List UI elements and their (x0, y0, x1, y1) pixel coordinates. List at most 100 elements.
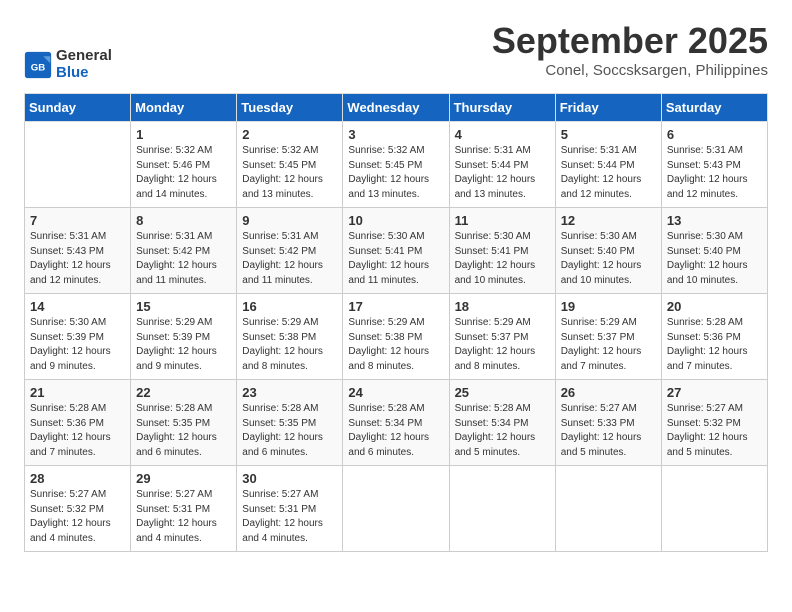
table-row: 1 Sunrise: 5:32 AMSunset: 5:46 PMDaylight… (131, 122, 237, 208)
table-row: 14 Sunrise: 5:30 AMSunset: 5:39 PMDayligh… (25, 294, 131, 380)
day-info: Sunrise: 5:32 AMSunset: 5:46 PMDaylight:… (136, 144, 231, 202)
day-number: 4 (455, 127, 550, 142)
day-number: 1 (136, 127, 231, 142)
col-header-saturday: Saturday (661, 94, 767, 122)
title-section: September 2025 Conel, Soccsksargen, Phil… (492, 20, 768, 79)
table-row: 7 Sunrise: 5:31 AMSunset: 5:43 PMDaylight… (25, 208, 131, 294)
table-row: 6 Sunrise: 5:31 AMSunset: 5:43 PMDaylight… (661, 122, 767, 208)
col-header-thursday: Thursday (449, 94, 555, 122)
day-number: 29 (136, 471, 231, 486)
col-header-friday: Friday (555, 94, 661, 122)
day-info: Sunrise: 5:31 AMSunset: 5:44 PMDaylight:… (561, 144, 656, 202)
table-row: 26Sunrise: 5:27 AMSunset: 5:33 PMDayligh… (555, 380, 661, 466)
table-row (449, 466, 555, 552)
table-row: 10 Sunrise: 5:30 AMSunset: 5:41 PMDayligh… (343, 208, 449, 294)
logo-blue: Blue (56, 65, 112, 82)
table-row: 20 Sunrise: 5:28 AMSunset: 5:36 PMDayligh… (661, 294, 767, 380)
day-number: 30 (242, 471, 337, 486)
table-row: 4 Sunrise: 5:31 AMSunset: 5:44 PMDaylight… (449, 122, 555, 208)
day-number: 3 (348, 127, 443, 142)
day-number: 17 (348, 299, 443, 314)
col-header-tuesday: Tuesday (237, 94, 343, 122)
day-number: 8 (136, 213, 231, 228)
day-info: Sunrise: 5:29 AMSunset: 5:39 PMDaylight:… (136, 316, 231, 374)
day-info: Sunrise: 5:32 AMSunset: 5:45 PMDaylight:… (348, 144, 443, 202)
logo-general: General (56, 48, 112, 65)
table-row: 16 Sunrise: 5:29 AMSunset: 5:38 PMDayligh… (237, 294, 343, 380)
logo: GB General Blue (24, 48, 112, 81)
table-row: 23 Sunrise: 5:28 AMSunset: 5:35 PMDayligh… (237, 380, 343, 466)
day-info: Sunrise: 5:31 AMSunset: 5:43 PMDaylight:… (30, 230, 125, 288)
day-number: 14 (30, 299, 125, 314)
table-row: 27Sunrise: 5:27 AMSunset: 5:32 PMDayligh… (661, 380, 767, 466)
day-info: Sunrise: 5:27 AMSunset: 5:31 PMDaylight:… (136, 488, 231, 546)
day-number: 10 (348, 213, 443, 228)
table-row: 25 Sunrise: 5:28 AMSunset: 5:34 PMDayligh… (449, 380, 555, 466)
table-row: 12 Sunrise: 5:30 AMSunset: 5:40 PMDayligh… (555, 208, 661, 294)
day-number: 5 (561, 127, 656, 142)
table-row: 8 Sunrise: 5:31 AMSunset: 5:42 PMDaylight… (131, 208, 237, 294)
day-info: Sunrise: 5:28 AMSunset: 5:35 PMDaylight:… (242, 402, 337, 460)
table-row: 15 Sunrise: 5:29 AMSunset: 5:39 PMDayligh… (131, 294, 237, 380)
day-info: Sunrise: 5:28 AMSunset: 5:36 PMDaylight:… (30, 402, 125, 460)
day-number: 9 (242, 213, 337, 228)
day-info: Sunrise: 5:28 AMSunset: 5:36 PMDaylight:… (667, 316, 762, 374)
table-row (343, 466, 449, 552)
day-number: 28 (30, 471, 125, 486)
calendar-title: September 2025 (492, 20, 768, 62)
table-row: 11Sunrise: 5:30 AMSunset: 5:41 PMDayligh… (449, 208, 555, 294)
day-info: Sunrise: 5:31 AMSunset: 5:42 PMDaylight:… (242, 230, 337, 288)
day-number: 25 (455, 385, 550, 400)
svg-text:GB: GB (31, 62, 45, 73)
table-row: 24 Sunrise: 5:28 AMSunset: 5:34 PMDayligh… (343, 380, 449, 466)
day-number: 22 (136, 385, 231, 400)
day-number: 26 (561, 385, 656, 400)
day-info: Sunrise: 5:27 AMSunset: 5:32 PMDaylight:… (667, 402, 762, 460)
table-row: 28 Sunrise: 5:27 AMSunset: 5:32 PMDayligh… (25, 466, 131, 552)
day-number: 12 (561, 213, 656, 228)
table-row: 18 Sunrise: 5:29 AMSunset: 5:37 PMDayligh… (449, 294, 555, 380)
day-number: 11 (455, 213, 550, 228)
day-info: Sunrise: 5:27 AMSunset: 5:32 PMDaylight:… (30, 488, 125, 546)
calendar-subtitle: Conel, Soccsksargen, Philippines (492, 62, 768, 79)
day-info: Sunrise: 5:32 AMSunset: 5:45 PMDaylight:… (242, 144, 337, 202)
day-info: Sunrise: 5:30 AMSunset: 5:40 PMDaylight:… (561, 230, 656, 288)
day-number: 16 (242, 299, 337, 314)
day-info: Sunrise: 5:31 AMSunset: 5:43 PMDaylight:… (667, 144, 762, 202)
table-row (555, 466, 661, 552)
calendar-table: SundayMondayTuesdayWednesdayThursdayFrid… (24, 93, 768, 552)
day-info: Sunrise: 5:29 AMSunset: 5:38 PMDaylight:… (348, 316, 443, 374)
day-number: 18 (455, 299, 550, 314)
table-row: 29 Sunrise: 5:27 AMSunset: 5:31 PMDayligh… (131, 466, 237, 552)
table-row (661, 466, 767, 552)
table-row: 17 Sunrise: 5:29 AMSunset: 5:38 PMDayligh… (343, 294, 449, 380)
table-row: 2 Sunrise: 5:32 AMSunset: 5:45 PMDaylight… (237, 122, 343, 208)
day-info: Sunrise: 5:27 AMSunset: 5:31 PMDaylight:… (242, 488, 337, 546)
day-info: Sunrise: 5:31 AMSunset: 5:44 PMDaylight:… (455, 144, 550, 202)
day-info: Sunrise: 5:28 AMSunset: 5:34 PMDaylight:… (455, 402, 550, 460)
table-row: 21 Sunrise: 5:28 AMSunset: 5:36 PMDayligh… (25, 380, 131, 466)
day-info: Sunrise: 5:28 AMSunset: 5:34 PMDaylight:… (348, 402, 443, 460)
day-number: 21 (30, 385, 125, 400)
day-number: 15 (136, 299, 231, 314)
day-info: Sunrise: 5:29 AMSunset: 5:37 PMDaylight:… (455, 316, 550, 374)
day-info: Sunrise: 5:29 AMSunset: 5:38 PMDaylight:… (242, 316, 337, 374)
day-number: 6 (667, 127, 762, 142)
day-info: Sunrise: 5:29 AMSunset: 5:37 PMDaylight:… (561, 316, 656, 374)
table-row: 9 Sunrise: 5:31 AMSunset: 5:42 PMDaylight… (237, 208, 343, 294)
col-header-wednesday: Wednesday (343, 94, 449, 122)
day-number: 23 (242, 385, 337, 400)
day-info: Sunrise: 5:30 AMSunset: 5:39 PMDaylight:… (30, 316, 125, 374)
logo-icon: GB (24, 51, 52, 79)
day-number: 20 (667, 299, 762, 314)
day-number: 7 (30, 213, 125, 228)
day-number: 2 (242, 127, 337, 142)
table-row (25, 122, 131, 208)
col-header-monday: Monday (131, 94, 237, 122)
day-info: Sunrise: 5:31 AMSunset: 5:42 PMDaylight:… (136, 230, 231, 288)
day-number: 24 (348, 385, 443, 400)
table-row: 19Sunrise: 5:29 AMSunset: 5:37 PMDayligh… (555, 294, 661, 380)
table-row: 3 Sunrise: 5:32 AMSunset: 5:45 PMDaylight… (343, 122, 449, 208)
day-info: Sunrise: 5:30 AMSunset: 5:41 PMDaylight:… (348, 230, 443, 288)
table-row: 22Sunrise: 5:28 AMSunset: 5:35 PMDayligh… (131, 380, 237, 466)
